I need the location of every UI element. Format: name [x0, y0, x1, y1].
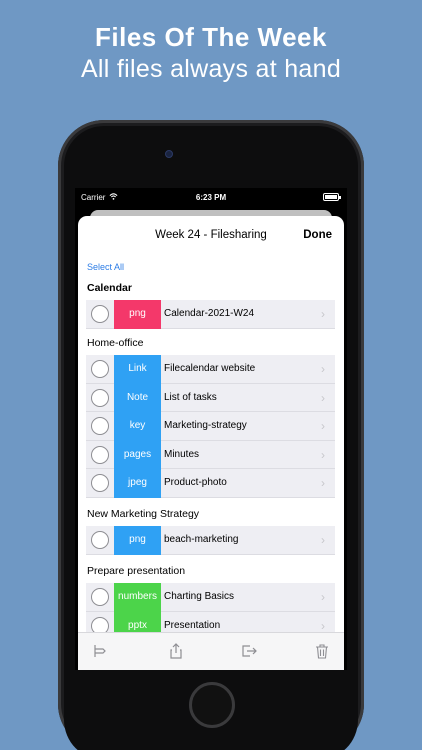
select-circle[interactable]: [91, 417, 109, 436]
promo-subtitle: All files always at hand: [80, 55, 342, 83]
select-circle[interactable]: [91, 360, 109, 378]
file-name: Presentation: [164, 619, 221, 631]
chevron-right-icon: ›: [321, 447, 325, 462]
home-button[interactable]: [189, 682, 235, 728]
section-header: New Marketing Strategy: [87, 508, 200, 520]
chevron-right-icon: ›: [321, 419, 325, 434]
phone-screen: Carrier 6:23 PM Week 24 - Filesharing Do…: [75, 188, 347, 670]
list-item[interactable]: jpeg Product-photo ›: [86, 469, 335, 498]
file-name: Product-photo: [164, 477, 227, 489]
file-name: List of tasks: [164, 391, 217, 403]
file-type-badge: numbers: [114, 583, 161, 612]
file-type-badge: Link: [114, 355, 161, 384]
file-type-badge: key: [114, 412, 161, 441]
file-name: Filecalendar website: [164, 363, 256, 374]
select-circle[interactable]: [91, 616, 109, 632]
bottom-toolbar: [78, 632, 344, 670]
select-circle[interactable]: [91, 445, 109, 464]
chevron-right-icon: ›: [321, 476, 325, 491]
file-type-badge: png: [114, 526, 161, 555]
chevron-right-icon: ›: [321, 390, 325, 405]
done-button[interactable]: Done: [303, 229, 332, 241]
file-name: beach-marketing: [164, 534, 239, 545]
promo-title: Files Of The Week: [95, 22, 327, 52]
chevron-right-icon: ›: [321, 533, 325, 547]
chevron-right-icon: ›: [321, 307, 325, 321]
list-item[interactable]: png beach-marketing ›: [86, 526, 335, 555]
list-item[interactable]: Link Filecalendar website ›: [86, 355, 335, 384]
section-header: Calendar: [87, 282, 132, 294]
select-circle[interactable]: [91, 388, 109, 407]
file-type-badge: png: [114, 300, 161, 329]
file-list[interactable]: Select All Calendar png Calendar-2021-W2…: [78, 254, 344, 632]
section-new-marketing-strategy: New Marketing Strategy png beach-marketi…: [78, 508, 344, 555]
chevron-right-icon: ›: [321, 362, 325, 376]
battery-icon: [323, 193, 341, 201]
list-item[interactable]: numbers Charting Basics ›: [86, 583, 335, 612]
trash-icon[interactable]: [314, 643, 330, 659]
select-circle[interactable]: [91, 305, 109, 323]
file-name: Marketing-strategy: [164, 420, 247, 432]
clock: 6:23 PM: [195, 193, 227, 202]
chevron-right-icon: ›: [321, 590, 325, 604]
select-all-button[interactable]: Select All: [87, 262, 124, 272]
list-item[interactable]: key Marketing-strategy ›: [86, 412, 335, 441]
section-home-office: Home-office Link Filecalendar website › …: [78, 337, 344, 498]
section-header: Prepare presentation: [87, 565, 186, 577]
file-type-badge: Note: [114, 383, 161, 413]
file-type-badge: pages: [114, 440, 161, 470]
chevron-right-icon: ›: [321, 618, 325, 632]
move-out-icon[interactable]: [241, 643, 257, 659]
share-icon[interactable]: [168, 643, 184, 659]
section-header: Home-office: [87, 337, 144, 349]
list-item[interactable]: png Calendar-2021-W24 ›: [86, 300, 335, 329]
select-circle[interactable]: [91, 474, 109, 493]
section-prepare-presentation: Prepare presentation numbers Charting Ba…: [78, 565, 344, 632]
file-type-badge: pptx: [114, 611, 161, 632]
file-type-badge: jpeg: [114, 469, 161, 498]
file-name: Minutes: [164, 448, 200, 460]
front-camera: [165, 150, 173, 158]
select-circle[interactable]: [91, 531, 109, 549]
file-name: Calendar-2021-W24: [164, 308, 255, 319]
list-item[interactable]: Note List of tasks ›: [86, 383, 335, 413]
files-sheet: Week 24 - Filesharing Done Select All Ca…: [78, 216, 344, 670]
file-name: Charting Basics: [164, 591, 235, 602]
section-calendar: Calendar png Calendar-2021-W24 ›: [78, 282, 344, 329]
list-item[interactable]: pages Minutes ›: [86, 440, 335, 470]
list-item[interactable]: pptx Presentation ›: [86, 611, 335, 632]
tag-icon[interactable]: [92, 643, 108, 659]
status-bar: Carrier 6:23 PM: [75, 188, 347, 206]
select-circle[interactable]: [91, 588, 109, 606]
